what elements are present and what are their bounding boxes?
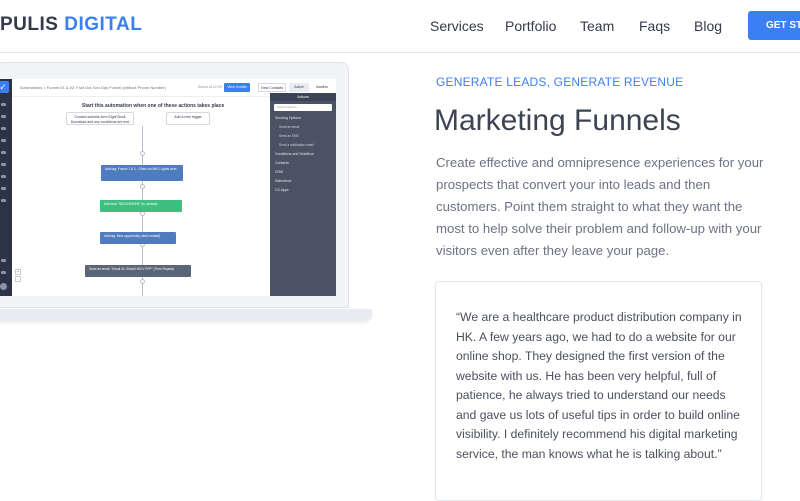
nav-blog[interactable]: Blog (694, 18, 722, 34)
section-eyebrow: GENERATE LEADS, GENERATE REVENUE (436, 75, 684, 89)
panel-item: Contacts (275, 161, 289, 165)
get-started-button[interactable]: GET STA (748, 11, 800, 40)
nav-faqs[interactable]: Faqs (639, 18, 670, 34)
logo[interactable]: PULIS DIGITAL (0, 14, 142, 36)
nav-icon (1, 187, 6, 190)
view-credits-button: View Credits (224, 83, 250, 92)
flow-node (140, 184, 145, 189)
view-contacts-button: View Contacts (258, 83, 286, 92)
saved-status: Saved at 12:09 (198, 85, 222, 89)
nav-services[interactable]: Services (430, 18, 484, 34)
avatar (0, 283, 7, 290)
nav-team[interactable]: Team (580, 18, 614, 34)
nav-icon (1, 175, 6, 178)
testimonial-card: “We are a healthcare product distributio… (435, 281, 762, 501)
action-card: Add tag: Funnel 1 & 2 - Filled out MKG L… (101, 165, 183, 181)
active-toggle: Active (289, 83, 309, 92)
panel-item: Salesforce (275, 179, 292, 183)
testimonial-quote: “We are a healthcare product distributio… (456, 310, 742, 461)
check-icon: ✓ (0, 81, 9, 93)
inactive-toggle: Inactive (315, 85, 329, 89)
nav-icon (1, 199, 6, 202)
panel-item: Send an SMS (279, 134, 299, 138)
action-card: Add deal: "MCLEARKER" (to contact) (100, 200, 182, 212)
nav-icon (1, 259, 6, 262)
automation-screenshot: ✓ Automations > Funnel #1 & #2: Fruit Do… (0, 79, 336, 296)
panel-item: Conditions and Workflow (275, 152, 314, 156)
action-card: Add tag: New opportunity (deal created) (100, 232, 176, 244)
action-card: Send an email: "Email #1: Email HDCV PPF… (85, 265, 191, 277)
logo-text-main: PULIS (0, 14, 65, 35)
nav-icon (1, 115, 6, 118)
breadcrumb: Automations > Funnel #1 & #2: Fruit Dot … (20, 85, 166, 90)
nav-icon (1, 139, 6, 142)
trigger-card: Contact submits form Eight Book Download… (66, 112, 134, 125)
section-description: Create effective and omnipresence experi… (436, 155, 764, 258)
panel-item: CX Apps (275, 188, 289, 192)
zoom-in-icon: + (15, 269, 21, 275)
nav-icon (1, 103, 6, 106)
section-title: Marketing Funnels (434, 104, 681, 137)
panel-item: CRM (275, 170, 283, 174)
nav-icon (1, 127, 6, 130)
laptop-base (0, 309, 372, 321)
nav-icon (1, 271, 6, 274)
logo-text-accent: DIGITAL (64, 14, 143, 35)
nav-portfolio[interactable]: Portfolio (505, 18, 556, 34)
nav-icon (1, 163, 6, 166)
zoom-out-icon: - (15, 276, 21, 282)
panel-search: Search actions... (274, 104, 332, 111)
site-header: PULIS DIGITAL Services Portfolio Team Fa… (0, 0, 800, 53)
flow-node (140, 279, 145, 284)
panel-item: Sending Options (275, 116, 301, 120)
canvas-title: Start this automation when one of these … (82, 103, 225, 109)
app-sidebar: ✓ (0, 79, 12, 296)
nav-icon (1, 151, 6, 154)
panel-item: Send a notification email (279, 143, 314, 147)
flow-node (140, 151, 145, 156)
panel-title: Actions (270, 93, 336, 101)
add-trigger-card: Add a new trigger (166, 112, 210, 125)
actions-panel: Actions Search actions... Sending Option… (270, 93, 336, 296)
panel-item: Send an email (279, 125, 300, 129)
